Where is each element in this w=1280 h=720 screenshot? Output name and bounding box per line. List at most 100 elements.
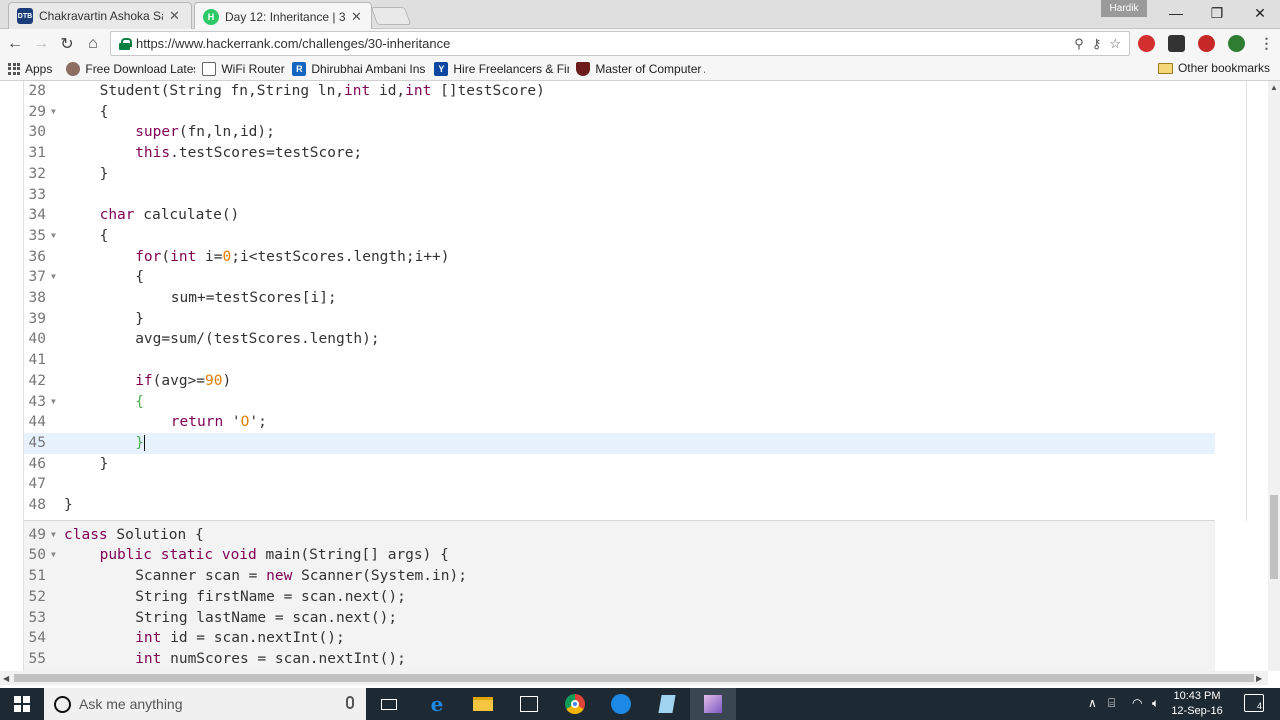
code-line[interactable]: 34 char calculate() (24, 205, 1215, 226)
code-text[interactable]: { (100, 226, 109, 247)
url-text[interactable]: https://www.hackerrank.com/challenges/30… (136, 36, 450, 51)
scroll-up-arrow-icon[interactable]: ▲ (1270, 83, 1278, 92)
bookmark-free-download[interactable]: Free Download Latest (59, 61, 195, 76)
task-view-icon[interactable] (366, 688, 412, 720)
code-line[interactable]: 46} (24, 454, 1215, 475)
bookmark-apps[interactable]: Apps (0, 62, 59, 76)
wifi-app-icon[interactable] (598, 688, 644, 720)
code-text[interactable]: } (64, 495, 73, 516)
tab-chakravartin[interactable]: DTB Chakravartin Ashoka Sam ✕ (8, 2, 192, 29)
code-line[interactable]: 37 ▼ { (24, 267, 1215, 288)
tab-close-icon[interactable]: ✕ (169, 8, 180, 24)
code-text[interactable]: if(avg>=90) (135, 371, 231, 392)
code-text[interactable]: } (135, 433, 146, 454)
show-hidden-icons-icon[interactable]: ∧ (1088, 696, 1097, 710)
code-line[interactable]: 50 ▼ public static void main(String[] args… (24, 545, 1215, 566)
address-bar[interactable]: https://www.hackerrank.com/challenges/30… (110, 31, 1130, 56)
code-line[interactable]: 49 ▼ class Solution { (24, 525, 1215, 546)
action-center-icon[interactable]: 4 (1244, 694, 1264, 712)
new-tab-button[interactable] (370, 7, 412, 25)
code-line[interactable]: 45} (24, 432, 1215, 454)
code-line[interactable]: 44 return 'O'; (24, 412, 1215, 433)
horizontal-scroll-thumb[interactable] (14, 674, 1254, 682)
code-line[interactable]: 41 (24, 350, 1215, 371)
code-text[interactable]: int id = scan.nextInt(); (135, 628, 345, 649)
fold-arrow-icon[interactable]: ▼ (51, 226, 56, 247)
code-text[interactable]: return 'O'; (171, 412, 267, 433)
fold-arrow-icon[interactable]: ▼ (51, 267, 56, 288)
code-text[interactable]: sum+=testScores[i]; (171, 288, 337, 309)
code-line[interactable]: 35 ▼ { (24, 226, 1215, 247)
code-text[interactable]: for(int i=0;i<testScores.length;i++) (135, 247, 449, 268)
scroll-left-arrow-icon[interactable]: ◀ (3, 674, 9, 683)
code-line[interactable]: 53 String lastName = scan.next(); (24, 608, 1215, 629)
minimize-button[interactable]: — (1154, 0, 1198, 26)
code-line[interactable]: 40 avg=sum/(testScores.length); (24, 329, 1215, 350)
code-line[interactable]: 42 if(avg>=90) (24, 371, 1215, 392)
zoom-icon[interactable]: ⚲ (1074, 36, 1084, 52)
code-editor[interactable]: ▲ 28 Student(String fn,String ln,int id,i… (0, 81, 1280, 671)
home-button[interactable]: ⌂ (82, 33, 104, 55)
wifi-icon[interactable]: ◠ (1132, 696, 1142, 710)
code-text[interactable]: Student(String fn,String ln,int id,int [… (100, 81, 545, 102)
code-line[interactable]: 51 Scanner scan = new Scanner(System.in); (24, 566, 1215, 587)
code-text[interactable]: } (100, 164, 109, 185)
close-window-button[interactable]: ✕ (1238, 0, 1280, 26)
code-text[interactable]: class Solution { (64, 525, 204, 546)
code-line[interactable]: 38 sum+=testScores[i]; (24, 288, 1215, 309)
start-button[interactable] (0, 688, 44, 720)
microphone-icon[interactable] (346, 696, 354, 709)
fold-arrow-icon[interactable]: ▼ (51, 102, 56, 123)
code-text[interactable]: super(fn,ln,id); (135, 122, 275, 143)
tab-day12-inheritance[interactable]: H Day 12: Inheritance | 30 D ✕ (194, 2, 372, 30)
code-text[interactable]: char calculate() (100, 205, 240, 226)
forward-button[interactable]: → (30, 33, 52, 55)
code-line[interactable]: 55 int numScores = scan.nextInt(); (24, 649, 1215, 670)
cortana-search-box[interactable]: Ask me anything (44, 688, 366, 720)
bookmark-master-computer[interactable]: Master of Computer A (569, 61, 705, 76)
code-text[interactable]: { (135, 392, 144, 413)
opera-icon[interactable] (1138, 35, 1155, 52)
tab-close-icon[interactable]: ✕ (351, 9, 362, 25)
menu-icon[interactable]: ⋮ (1258, 35, 1275, 52)
code-line[interactable]: 54 int id = scan.nextInt(); (24, 628, 1215, 649)
other-bookmarks[interactable]: Other bookmarks (1157, 61, 1270, 75)
back-button[interactable]: ← (4, 33, 26, 55)
code-line[interactable]: 52 String firstName = scan.next(); (24, 587, 1215, 608)
reload-button[interactable]: ↻ (56, 33, 78, 55)
vertical-scroll-thumb[interactable] (1270, 495, 1278, 579)
code-line[interactable]: 33 (24, 185, 1215, 206)
code-line[interactable]: 43 ▼ { (24, 392, 1215, 413)
code-line[interactable]: 30 super(fn,ln,id); (24, 122, 1215, 143)
fold-arrow-icon[interactable]: ▼ (51, 525, 56, 546)
scroll-right-arrow-icon[interactable]: ▶ (1256, 674, 1262, 683)
store-icon[interactable] (506, 688, 552, 720)
code-line[interactable]: 28 Student(String fn,String ln,int id,int… (24, 81, 1215, 102)
code-text[interactable]: String firstName = scan.next(); (135, 587, 406, 608)
bookmark-wifi-router[interactable]: WiFi Router (195, 61, 285, 76)
paint-icon[interactable] (690, 688, 736, 720)
code-line[interactable]: 39} (24, 309, 1215, 330)
vertical-scrollbar[interactable]: ▲ (1268, 81, 1280, 671)
code-text[interactable]: int numScores = scan.nextInt(); (135, 649, 406, 670)
volume-icon[interactable]: 🔈︎ (1152, 696, 1159, 711)
fold-arrow-icon[interactable]: ▼ (51, 545, 56, 566)
adblock-icon[interactable] (1198, 35, 1215, 52)
code-text[interactable]: } (135, 309, 144, 330)
code-line[interactable]: 48} (24, 495, 1215, 516)
network-icon[interactable]: ⌸ (1108, 696, 1115, 711)
key-icon[interactable]: ⚷ (1092, 36, 1102, 52)
edge-icon[interactable]: e (414, 688, 460, 720)
file-explorer-icon[interactable] (460, 688, 506, 720)
code-line[interactable]: 32} (24, 164, 1215, 185)
bookmark-freelancer[interactable]: Y Hire Freelancers & Fin (427, 61, 569, 76)
horizontal-scrollbar[interactable]: ◀ ▶ (0, 671, 1268, 685)
profile-name-badge[interactable]: Hardik (1101, 0, 1147, 17)
bookmark-star-icon[interactable]: ☆ (1109, 36, 1121, 52)
code-line[interactable]: 47 (24, 474, 1215, 495)
code-text[interactable]: Scanner scan = new Scanner(System.in); (135, 566, 467, 587)
fold-arrow-icon[interactable]: ▼ (51, 392, 56, 413)
chrome-icon[interactable] (552, 688, 598, 720)
code-text[interactable]: } (100, 454, 109, 475)
code-line[interactable]: 29 ▼ { (24, 102, 1215, 123)
